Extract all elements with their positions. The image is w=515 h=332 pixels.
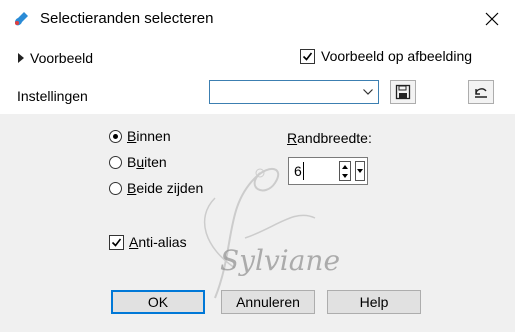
preview-on-image-checkbox[interactable]: Voorbeeld op afbeelding bbox=[300, 48, 472, 64]
settings-label: Instellingen bbox=[17, 88, 88, 104]
chevron-down-icon[interactable] bbox=[358, 81, 378, 103]
checkbox-box[interactable] bbox=[109, 234, 124, 250]
radio-label: Beide zijden bbox=[127, 180, 204, 196]
ok-button[interactable]: OK bbox=[111, 290, 205, 314]
border-width-spinner[interactable]: 6 bbox=[288, 157, 368, 185]
radio-label: Binnen bbox=[127, 128, 171, 144]
spin-arrows[interactable] bbox=[339, 161, 351, 181]
radio-both-sides[interactable]: Beide zijden bbox=[109, 180, 203, 196]
preview-label: Voorbeeld bbox=[30, 50, 94, 66]
radio-label: Buuiteniten bbox=[127, 154, 167, 170]
preview-on-image-label: Voorbeeld op afbeelding bbox=[321, 48, 473, 64]
radio-button[interactable] bbox=[109, 129, 122, 143]
window-title: Selectieranden selecteren bbox=[40, 10, 214, 27]
checkbox-box[interactable] bbox=[300, 48, 315, 64]
spin-down-icon[interactable] bbox=[340, 171, 350, 180]
preview-expander[interactable]: Voorbeeld bbox=[18, 50, 93, 66]
border-width-label: Randbreedte: bbox=[287, 130, 372, 146]
border-width-value[interactable]: 6 bbox=[294, 163, 302, 179]
floppy-disk-icon bbox=[395, 84, 411, 100]
close-icon bbox=[485, 12, 499, 26]
settings-dropdown[interactable] bbox=[209, 80, 379, 104]
watermark-text: Sylviane bbox=[220, 244, 341, 277]
antialias-label: Anti-alias bbox=[129, 234, 187, 250]
antialias-checkbox[interactable]: Anti-alias bbox=[109, 234, 187, 250]
text-caret bbox=[303, 162, 304, 180]
checkmark-icon bbox=[302, 52, 313, 61]
radio-button[interactable] bbox=[109, 155, 122, 169]
paint-brush-icon bbox=[14, 12, 28, 26]
close-button[interactable] bbox=[469, 0, 515, 38]
help-button[interactable]: Help bbox=[327, 290, 421, 314]
spin-up-icon[interactable] bbox=[340, 162, 350, 171]
reset-arrow-icon bbox=[475, 88, 487, 98]
save-preset-button[interactable] bbox=[390, 80, 416, 104]
radio-inside[interactable]: Binnen bbox=[109, 128, 171, 144]
radio-outside[interactable]: Buuiteniten bbox=[109, 154, 167, 170]
reset-defaults-button[interactable] bbox=[468, 80, 494, 104]
expand-triangle-icon bbox=[18, 53, 24, 63]
title-bar: Selectieranden selecteren bbox=[0, 0, 515, 39]
cancel-button[interactable]: Annuleren bbox=[221, 290, 315, 314]
radio-button[interactable] bbox=[109, 181, 122, 195]
slider-dropdown-icon[interactable] bbox=[355, 161, 365, 181]
checkmark-icon bbox=[111, 238, 122, 247]
preview-settings-area: Voorbeeld Voorbeeld op afbeelding Instel… bbox=[0, 38, 515, 114]
options-panel: Sylviane Binnen Buuiteniten Beide zijden… bbox=[0, 114, 515, 332]
